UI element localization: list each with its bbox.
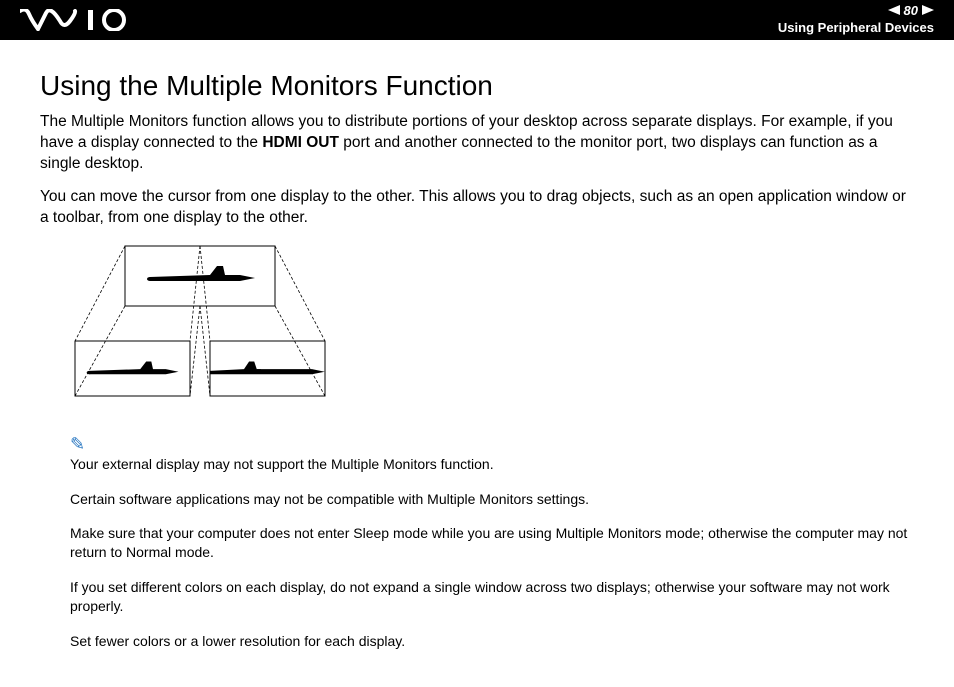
note-2: Certain software applications may not be… bbox=[70, 490, 914, 509]
page-content: Using the Multiple Monitors Function The… bbox=[0, 40, 954, 687]
note-3: Make sure that your computer does not en… bbox=[70, 524, 914, 562]
hdmi-out-label: HDMI OUT bbox=[262, 134, 339, 151]
paragraph-2: You can move the cursor from one display… bbox=[40, 187, 914, 229]
next-page-arrow-icon[interactable] bbox=[922, 3, 934, 20]
page-number: 80 bbox=[904, 3, 918, 20]
page-header: 80 Using Peripheral Devices bbox=[0, 0, 954, 40]
notes-section: Your external display may not support th… bbox=[70, 455, 914, 651]
header-nav: 80 Using Peripheral Devices bbox=[778, 3, 934, 37]
prev-page-arrow-icon[interactable] bbox=[888, 3, 900, 20]
note-icon: ✎ bbox=[70, 434, 914, 455]
paragraph-1: The Multiple Monitors function allows yo… bbox=[40, 112, 914, 175]
note-4: If you set different colors on each disp… bbox=[70, 578, 914, 616]
multiple-monitors-diagram bbox=[70, 241, 914, 416]
note-1: Your external display may not support th… bbox=[70, 455, 914, 474]
vaio-logo bbox=[20, 9, 130, 31]
note-5: Set fewer colors or a lower resolution f… bbox=[70, 632, 914, 651]
page-title: Using the Multiple Monitors Function bbox=[40, 70, 914, 102]
section-title[interactable]: Using Peripheral Devices bbox=[778, 20, 934, 37]
